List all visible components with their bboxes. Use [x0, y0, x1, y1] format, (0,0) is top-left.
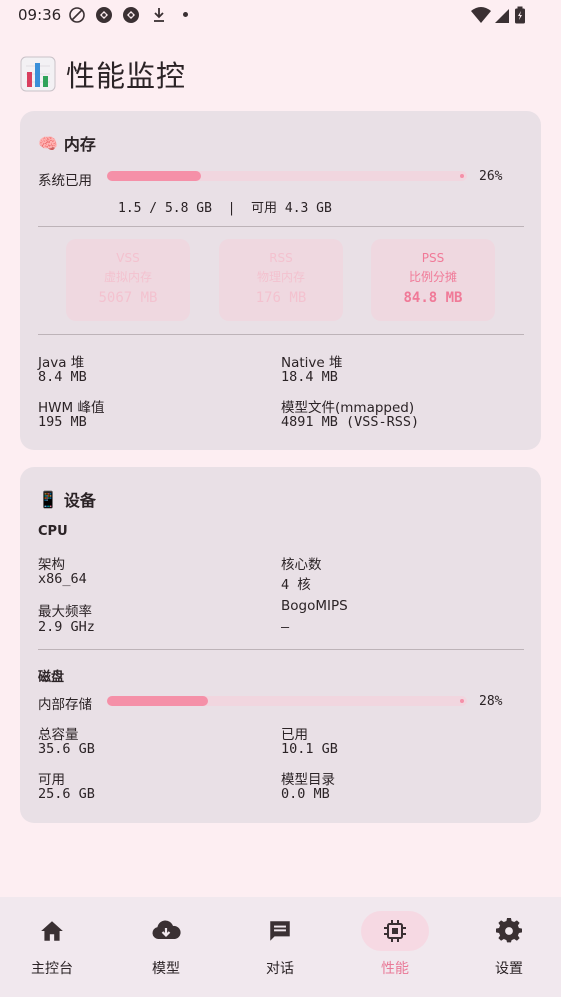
- available-label: 可用: [38, 772, 65, 788]
- memory-usage-text: 1.5 / 5.8 GB | 可用 4.3 GB: [118, 201, 332, 216]
- system-used-label: 系统已用: [38, 173, 92, 189]
- cores-value: 4 核: [281, 577, 311, 593]
- sync-icon: [123, 7, 139, 23]
- vss-name: 虚拟内存: [103, 270, 152, 284]
- phone-icon: 📱: [38, 489, 58, 509]
- cpu-section-title: CPU: [38, 524, 68, 539]
- dot-icon: [183, 12, 188, 17]
- nav-icon-container: [475, 911, 543, 951]
- rss-value: 176 MB: [255, 290, 307, 306]
- signal-icon: [495, 9, 509, 23]
- chip-icon: [384, 920, 406, 942]
- nav-icon-container: [132, 911, 200, 951]
- bogomips-label: BogoMIPS: [281, 598, 348, 614]
- pss-value: 84.8 MB: [403, 290, 463, 306]
- java-heap-value: 8.4 MB: [38, 369, 87, 385]
- nav-item-chat[interactable]: 对话: [224, 897, 336, 997]
- brain-icon: 🧠: [38, 133, 58, 153]
- nav-label-models: 模型: [152, 961, 180, 977]
- max-freq-label: 最大频率: [38, 604, 92, 620]
- bottom-navigation: 主控台 模型 对话 性能 设置: [0, 897, 561, 997]
- device-card-header: 📱 设备: [38, 487, 96, 511]
- hwm-label: HWM 峰值: [38, 400, 105, 416]
- nav-icon-container: [246, 911, 314, 951]
- total-capacity-label: 总容量: [38, 727, 79, 743]
- nav-label-performance: 性能: [381, 961, 409, 977]
- vss-value: 5067 MB: [98, 290, 158, 306]
- vss-chip[interactable]: VSS 虚拟内存 5067 MB: [66, 239, 190, 321]
- rss-key: RSS: [269, 251, 293, 265]
- used-value: 10.1 GB: [281, 741, 338, 757]
- pss-chip[interactable]: PSS 比例分摊 84.8 MB: [371, 239, 495, 321]
- divider: [38, 649, 524, 650]
- nav-item-dashboard[interactable]: 主控台: [0, 897, 108, 997]
- status-bar: 09:36: [0, 0, 561, 32]
- system-used-bar: [107, 171, 467, 181]
- divider: [38, 226, 524, 227]
- internal-storage-percent: 28%: [479, 694, 503, 709]
- cloud-download-icon: [152, 920, 181, 939]
- device-card: 📱 设备 CPU 架构 x86_64 核心数 4 核 最大频率 2.9 GHz …: [20, 467, 541, 823]
- page-title: 性能监控: [66, 59, 187, 93]
- status-time: 09:36: [18, 6, 62, 24]
- nav-label-chat: 对话: [266, 961, 294, 977]
- model-dir-label: 模型目录: [281, 772, 335, 788]
- internal-storage-label: 内部存储: [38, 697, 92, 713]
- native-heap-label: Native 堆: [281, 355, 343, 371]
- available-value: 25.6 GB: [38, 786, 95, 802]
- hwm-value: 195 MB: [38, 414, 87, 430]
- nav-icon-container: [361, 911, 429, 951]
- divider: [38, 334, 524, 335]
- wifi-icon: [471, 7, 491, 23]
- nav-item-settings[interactable]: 设置: [453, 897, 561, 997]
- cores-label: 核心数: [281, 557, 322, 573]
- model-file-label: 模型文件(mmapped): [281, 400, 415, 416]
- gear-icon: [496, 918, 522, 943]
- battery-icon: [515, 6, 525, 24]
- arch-value: x86_64: [38, 571, 87, 587]
- model-dir-value: 0.0 MB: [281, 786, 330, 802]
- used-label: 已用: [281, 727, 308, 743]
- vss-key: VSS: [116, 251, 140, 265]
- home-icon: [41, 921, 63, 941]
- nav-label-dashboard: 主控台: [31, 961, 73, 977]
- no-data-icon: [69, 7, 85, 23]
- memory-card-header: 🧠 内存: [38, 131, 96, 155]
- download-icon: [154, 8, 164, 22]
- max-freq-value: 2.9 GHz: [38, 619, 95, 635]
- sync-icon: [96, 7, 112, 23]
- system-used-bar-fill: [107, 171, 201, 181]
- bogomips-value: —: [281, 619, 290, 635]
- nav-label-settings: 设置: [495, 961, 523, 977]
- model-file-value: 4891 MB (VSS-RSS): [281, 414, 420, 430]
- nav-item-models[interactable]: 模型: [110, 897, 222, 997]
- memory-card: 🧠 内存 系统已用 26% 1.5 / 5.8 GB | 可用 4.3 GB V…: [20, 111, 541, 450]
- pss-name: 比例分摊: [408, 270, 457, 284]
- bar-chart-icon: [20, 56, 56, 92]
- bar-end-marker: [460, 699, 464, 703]
- arch-label: 架构: [38, 557, 65, 573]
- bar-end-marker: [460, 174, 464, 178]
- device-card-title: 设备: [63, 491, 96, 510]
- internal-storage-bar: [107, 696, 467, 706]
- disk-section-title: 磁盘: [38, 670, 65, 685]
- nav-icon-container: [18, 911, 86, 951]
- rss-chip[interactable]: RSS 物理内存 176 MB: [219, 239, 343, 321]
- pss-key: PSS: [421, 251, 445, 265]
- chat-icon: [270, 921, 290, 941]
- system-used-percent: 26%: [479, 169, 503, 184]
- page-header: 性能监控: [20, 54, 186, 94]
- internal-storage-bar-fill: [107, 696, 208, 706]
- native-heap-value: 18.4 MB: [281, 369, 338, 385]
- total-capacity-value: 35.6 GB: [38, 741, 95, 757]
- java-heap-label: Java 堆: [38, 355, 85, 371]
- nav-item-performance[interactable]: 性能: [339, 897, 451, 997]
- rss-name: 物理内存: [256, 270, 305, 284]
- memory-card-title: 内存: [63, 135, 96, 154]
